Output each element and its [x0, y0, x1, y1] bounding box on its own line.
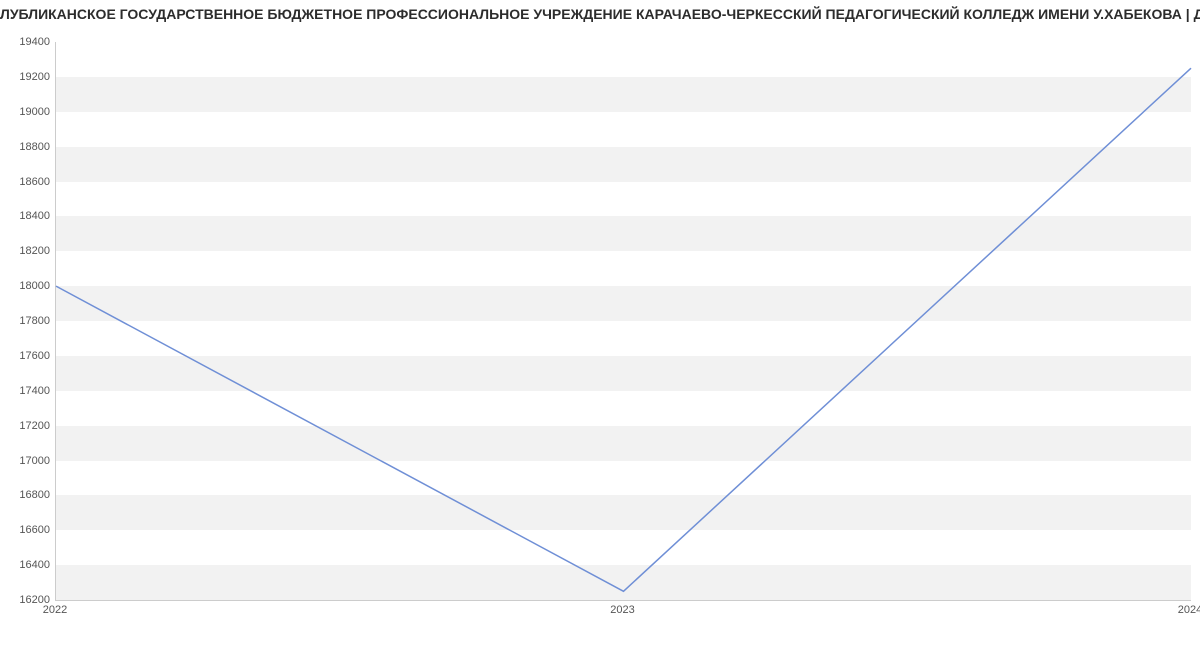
y-tick-label: 18000: [5, 280, 50, 292]
chart-container: ЛУБЛИКАНСКОЕ ГОСУДАРСТВЕННОЕ БЮДЖЕТНОЕ П…: [0, 0, 1200, 650]
chart-title: ЛУБЛИКАНСКОЕ ГОСУДАРСТВЕННОЕ БЮДЖЕТНОЕ П…: [0, 6, 1200, 22]
y-tick-label: 18600: [5, 176, 50, 188]
x-tick-label: 2023: [610, 604, 634, 616]
y-tick-label: 16800: [5, 489, 50, 501]
y-tick-label: 17800: [5, 315, 50, 327]
data-line: [56, 68, 1191, 591]
y-tick-label: 19000: [5, 106, 50, 118]
x-tick-label: 2024: [1178, 604, 1200, 616]
y-tick-label: 17200: [5, 420, 50, 432]
line-series: [56, 42, 1191, 600]
y-tick-label: 16600: [5, 524, 50, 536]
y-tick-label: 19200: [5, 71, 50, 83]
y-tick-label: 19400: [5, 36, 50, 48]
y-tick-label: 18800: [5, 141, 50, 153]
y-tick-label: 17600: [5, 350, 50, 362]
x-tick-label: 2022: [43, 604, 67, 616]
y-tick-label: 17000: [5, 455, 50, 467]
y-tick-label: 16400: [5, 559, 50, 571]
y-tick-label: 17400: [5, 385, 50, 397]
y-tick-label: 18400: [5, 210, 50, 222]
y-tick-label: 18200: [5, 245, 50, 257]
plot-area: [55, 42, 1191, 601]
